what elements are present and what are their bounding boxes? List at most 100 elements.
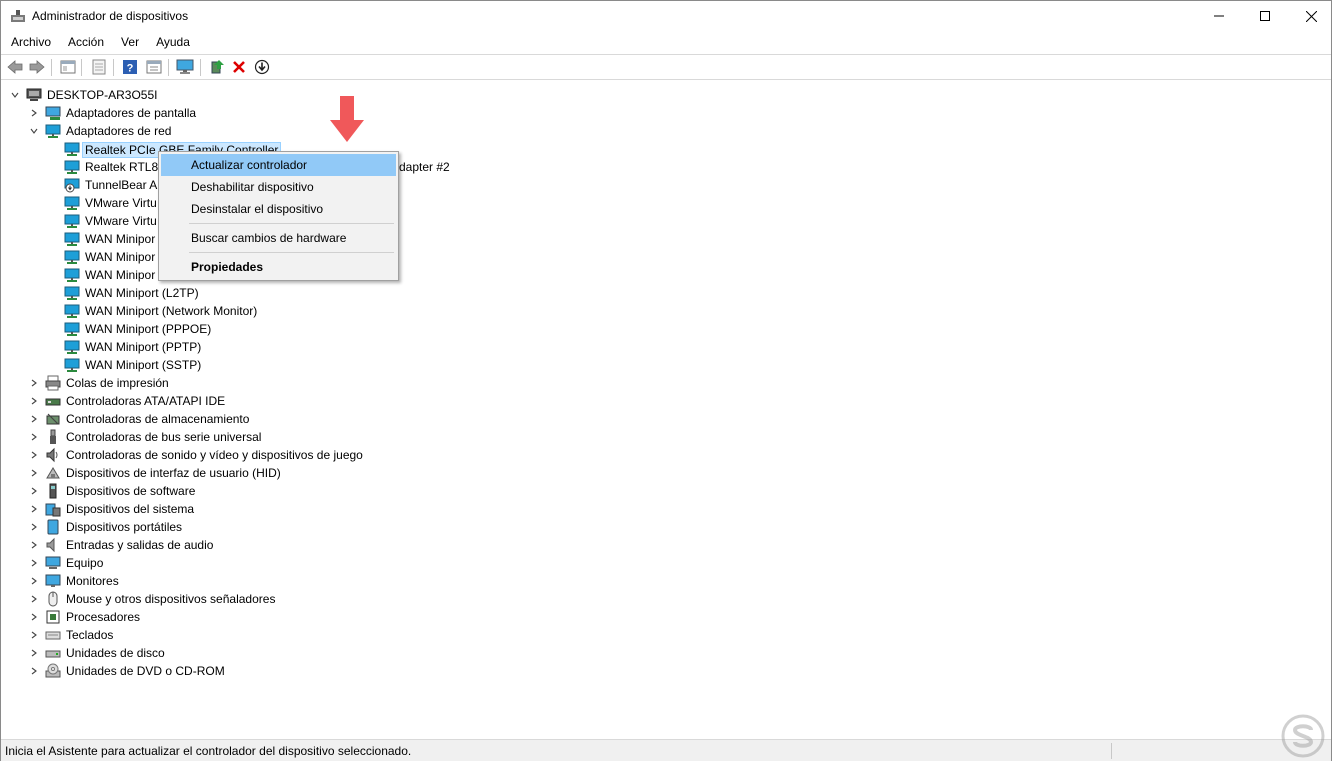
chevron-right-icon[interactable] [29,486,39,496]
chevron-right-icon[interactable] [29,378,39,388]
tree-category[interactable]: Unidades de disco [1,644,1331,662]
menu-ayuda[interactable]: Ayuda [146,32,197,52]
menu-item-uninstall-device[interactable]: Desinstalar el dispositivo [161,198,396,220]
printer-icon-wrap [45,375,61,391]
tree-device[interactable]: WAN Miniport (SSTP) [1,356,1331,374]
back-button[interactable] [6,58,24,76]
update-driver-button[interactable] [208,58,226,76]
menu-accion[interactable]: Acción [58,32,111,52]
show-hide-console-button[interactable] [59,58,77,76]
sound-icon [46,447,58,463]
tree-item-label: Dispositivos de interfaz de usuario (HID… [66,466,281,480]
disk-drive-icon-wrap [45,645,61,661]
system-device-icon-wrap [45,501,61,517]
scan-hardware-button[interactable] [253,58,271,76]
tree-device[interactable]: WAN Miniport (Network Monitor) [1,302,1331,320]
forward-icon [29,60,45,74]
tree-item-label: Adaptadores de pantalla [66,106,197,120]
chevron-right-icon[interactable] [29,558,39,568]
menu-item-properties[interactable]: Propiedades [161,256,396,278]
tree-category[interactable]: Dispositivos portátiles [1,518,1331,536]
chevron-right-icon[interactable] [29,504,39,514]
menu-item-update-driver[interactable]: Actualizar controlador [161,154,396,176]
properties-button[interactable] [90,58,108,76]
chevron-down-icon[interactable] [29,126,39,136]
dvd-icon [45,663,61,678]
network-icon [64,286,80,300]
chevron-right-icon[interactable] [29,540,39,550]
chevron-right-icon[interactable] [29,630,39,640]
tree-category[interactable]: Unidades de DVD o CD-ROM [1,662,1331,680]
monitor-icon [176,59,194,74]
tree-item-label: WAN Minipor [85,250,156,264]
network-icon-wrap [64,231,80,247]
chevron-right-icon[interactable] [29,108,39,118]
tree-category[interactable]: Adaptadores de red [1,122,1331,140]
monitor-icon-wrap [45,573,61,589]
tree-category[interactable]: Colas de impresión [1,374,1331,392]
network-icon [64,232,80,246]
tree-category[interactable]: Teclados [1,626,1331,644]
chevron-right-icon[interactable] [29,432,39,442]
tree-item-label: Equipo [66,556,104,570]
network-icon [64,214,80,228]
network-icon [64,304,80,318]
tree-device[interactable]: WAN Miniport (L2TP) [1,284,1331,302]
forward-button[interactable] [28,58,46,76]
minimize-button[interactable] [1196,1,1242,31]
chevron-down-icon[interactable] [10,90,20,100]
tree-item-label: WAN Minipor [85,232,156,246]
chevron-right-icon[interactable] [29,576,39,586]
chevron-right-icon[interactable] [29,648,39,658]
chevron-right-icon[interactable] [29,396,39,406]
scan-monitor-button[interactable] [176,58,194,76]
close-button[interactable] [1288,1,1332,31]
menu-archivo[interactable]: Archivo [1,32,58,52]
tree-item-label: Procesadores [66,610,141,624]
tree-item-label: WAN Miniport (SSTP) [85,358,202,372]
menu-item-disable-device[interactable]: Deshabilitar dispositivo [161,176,396,198]
tree-item-label: Dispositivos del sistema [66,502,195,516]
tree-category[interactable]: Controladoras de almacenamiento [1,410,1331,428]
tree-category[interactable]: Dispositivos de software [1,482,1331,500]
mouse-icon-wrap [45,591,61,607]
menu-bar: Archivo Acción Ver Ayuda [1,32,1331,52]
menu-item-scan-hardware[interactable]: Buscar cambios de hardware [161,227,396,249]
tree-category[interactable]: Entradas y salidas de audio [1,536,1331,554]
tree-category[interactable]: Adaptadores de pantalla [1,104,1331,122]
chevron-right-icon[interactable] [29,522,39,532]
red-arrow-annotation [330,96,364,142]
tree-category[interactable]: Controladoras ATA/ATAPI IDE [1,392,1331,410]
tree-category[interactable]: Monitores [1,572,1331,590]
chevron-right-icon[interactable] [29,414,39,424]
chevron-right-icon[interactable] [29,612,39,622]
chevron-right-icon[interactable] [29,468,39,478]
tree-category[interactable]: Controladoras de sonido y vídeo y dispos… [1,446,1331,464]
tree-root-label: DESKTOP-AR3O55I [47,88,158,102]
tree-category[interactable]: Dispositivos del sistema [1,500,1331,518]
menu-separator [189,252,394,253]
uninstall-button[interactable] [230,58,248,76]
tree-category[interactable]: Procesadores [1,608,1331,626]
tree-category[interactable]: Mouse y otros dispositivos señaladores [1,590,1331,608]
tree-device[interactable]: WAN Miniport (PPTP) [1,338,1331,356]
tree-category[interactable]: Controladoras de bus serie universal [1,428,1331,446]
help-button[interactable]: ? [121,58,139,76]
chevron-right-icon[interactable] [29,594,39,604]
tree-category[interactable]: Equipo [1,554,1331,572]
network-icon [64,322,80,336]
processor-icon [46,610,60,624]
tree-item-label: WAN Miniport (PPPOE) [85,322,212,336]
ide-controller-icon [45,398,61,406]
chevron-right-icon[interactable] [29,450,39,460]
chevron-right-icon[interactable] [29,666,39,676]
menu-ver[interactable]: Ver [111,32,146,52]
maximize-button[interactable] [1242,1,1288,31]
view-resources-button[interactable] [145,58,163,76]
tree-root[interactable]: DESKTOP-AR3O55I [1,86,1331,104]
tree-category[interactable]: Dispositivos de interfaz de usuario (HID… [1,464,1331,482]
properties-view-icon [60,60,76,74]
device-manager-app-icon [11,10,25,22]
tree-device[interactable]: WAN Miniport (PPPOE) [1,320,1331,338]
tree-item-label: Monitores [66,574,119,588]
